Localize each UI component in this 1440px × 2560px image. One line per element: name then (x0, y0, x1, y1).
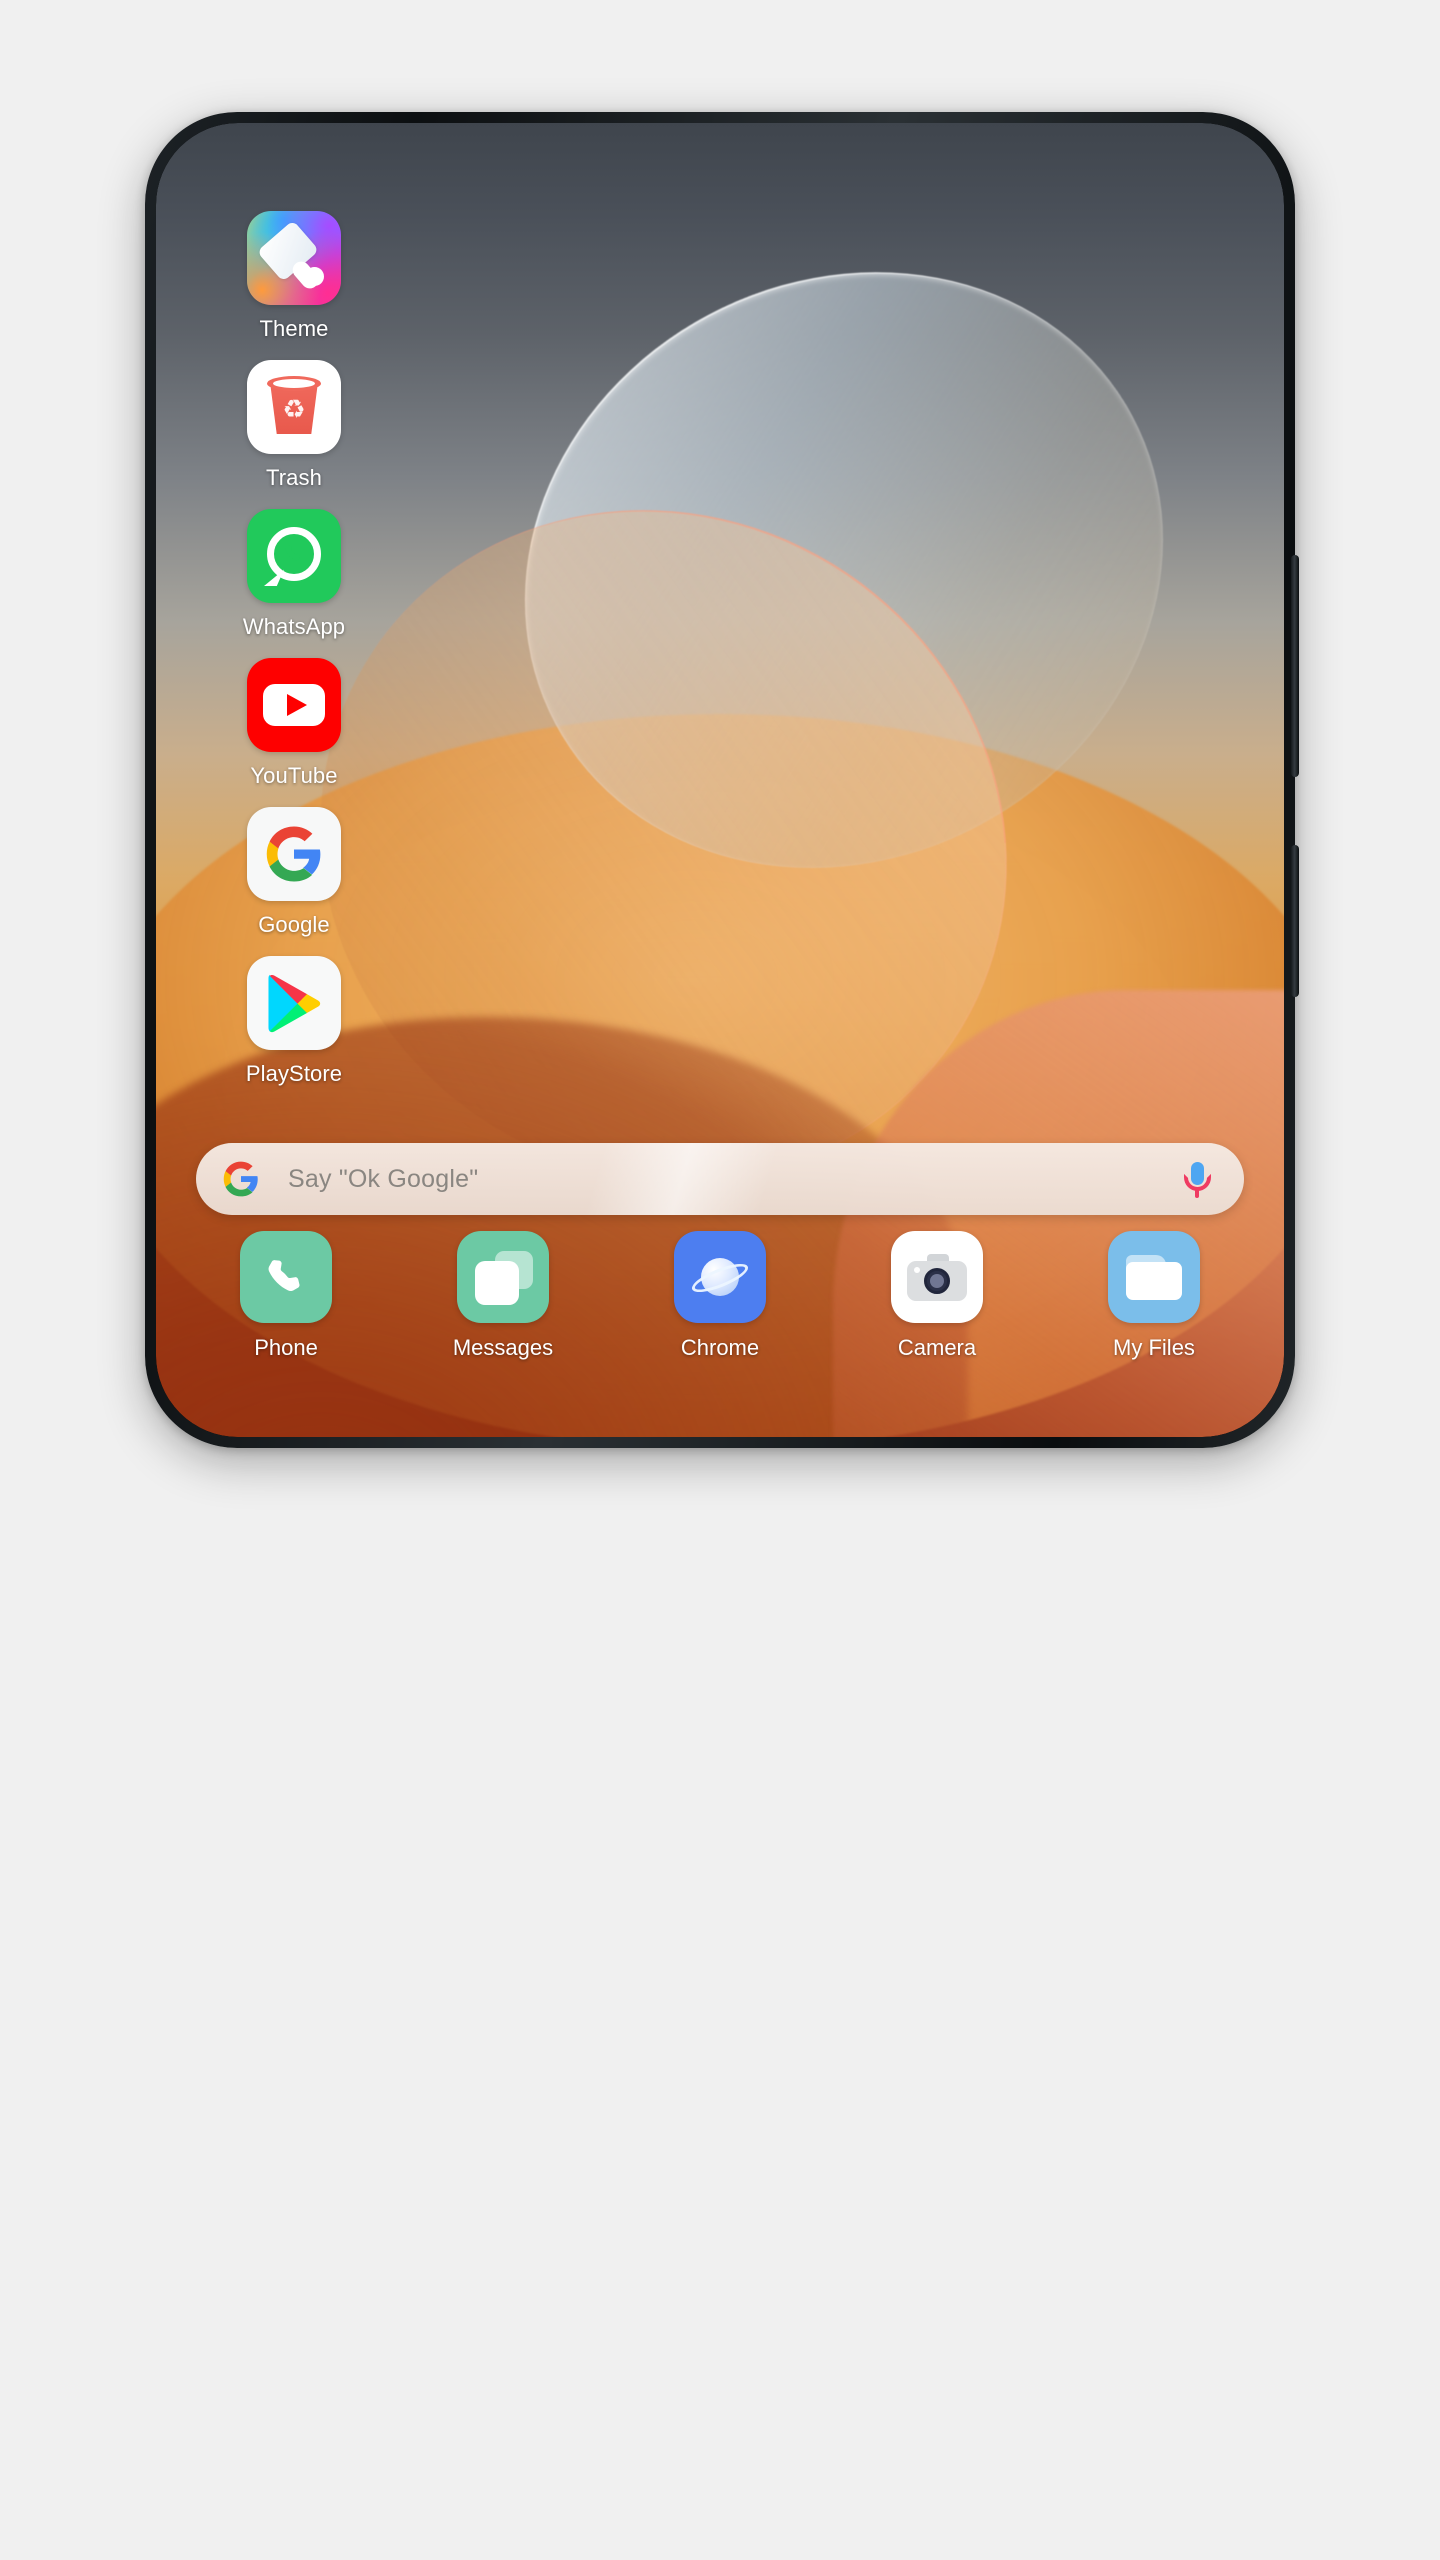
device-frame: Theme ♻ Trash WhatsApp YouTube Google Pl… (145, 112, 1299, 1448)
theme-paintbrush-icon[interactable] (247, 211, 341, 305)
app-theme[interactable]: Theme (194, 211, 394, 342)
dock-app-label: Camera (897, 1335, 977, 1360)
mic-stem-shape (1195, 1189, 1199, 1198)
folder-icon[interactable] (1108, 1231, 1200, 1323)
app-google[interactable]: Google (194, 807, 394, 938)
folder-body-shape (1126, 1262, 1182, 1300)
app-label: PlayStore (245, 1061, 343, 1086)
app-whatsapp[interactable]: WhatsApp (194, 509, 394, 640)
app-label: YouTube (250, 763, 338, 788)
dock-app-label: Chrome (680, 1335, 760, 1360)
app-playstore[interactable]: PlayStore (194, 956, 394, 1087)
brush-knob-shape (305, 267, 324, 286)
app-label: Google (258, 912, 330, 937)
browser-planet-icon[interactable] (674, 1231, 766, 1323)
power-button[interactable] (1291, 845, 1299, 997)
dock-app-phone[interactable]: Phone (198, 1231, 374, 1361)
dock-app-chrome[interactable]: Chrome (632, 1231, 808, 1361)
dock-app-messages[interactable]: Messages (415, 1231, 591, 1361)
camera-lens-inner-shape (930, 1274, 944, 1288)
device-bezel: Theme ♻ Trash WhatsApp YouTube Google Pl… (156, 123, 1284, 1437)
google-g-icon (222, 1160, 260, 1198)
dock-app-label: Phone (254, 1335, 318, 1360)
phone-device: Theme ♻ Trash WhatsApp YouTube Google Pl… (145, 112, 1299, 1448)
phone-screen: Theme ♻ Trash WhatsApp YouTube Google Pl… (156, 123, 1284, 1437)
app-youtube[interactable]: YouTube (194, 658, 394, 789)
camera-indicator-dot (914, 1267, 920, 1273)
app-trash[interactable]: ♻ Trash (194, 360, 394, 491)
recycle-symbol-icon: ♻ (282, 394, 306, 424)
app-label: WhatsApp (242, 614, 346, 639)
microphone-icon[interactable] (1182, 1159, 1212, 1199)
dock: Phone Messages Chrome Camera My Files (156, 1231, 1284, 1361)
whatsapp-icon[interactable] (247, 509, 341, 603)
dock-app-my-files[interactable]: My Files (1066, 1231, 1242, 1361)
app-label: Theme (259, 316, 329, 341)
play-triangle-shape (287, 694, 307, 716)
handset-glyph (280, 540, 308, 568)
messages-chat-icon[interactable] (457, 1231, 549, 1323)
google-g-icon[interactable] (247, 807, 341, 901)
dock-app-camera[interactable]: Camera (849, 1231, 1025, 1361)
app-label: Trash (266, 465, 322, 490)
dock-app-label: My Files (1113, 1335, 1195, 1360)
home-app-grid: Theme ♻ Trash WhatsApp YouTube Google Pl… (194, 211, 394, 1105)
trash-bin-icon[interactable]: ♻ (247, 360, 341, 454)
youtube-icon[interactable] (247, 658, 341, 752)
chat-front-square (475, 1261, 519, 1305)
camera-icon[interactable] (891, 1231, 983, 1323)
page-backdrop: Theme ♻ Trash WhatsApp YouTube Google Pl… (0, 0, 1440, 2560)
volume-rocker-button[interactable] (1291, 555, 1299, 777)
phone-handset-icon[interactable] (240, 1231, 332, 1323)
google-search-widget[interactable]: Say "Ok Google" (196, 1143, 1244, 1215)
search-input[interactable]: Say "Ok Google" (288, 1165, 1182, 1194)
play-store-icon[interactable] (247, 956, 341, 1050)
bin-rim-inner-shape (273, 379, 315, 388)
dock-app-label: Messages (452, 1335, 554, 1360)
